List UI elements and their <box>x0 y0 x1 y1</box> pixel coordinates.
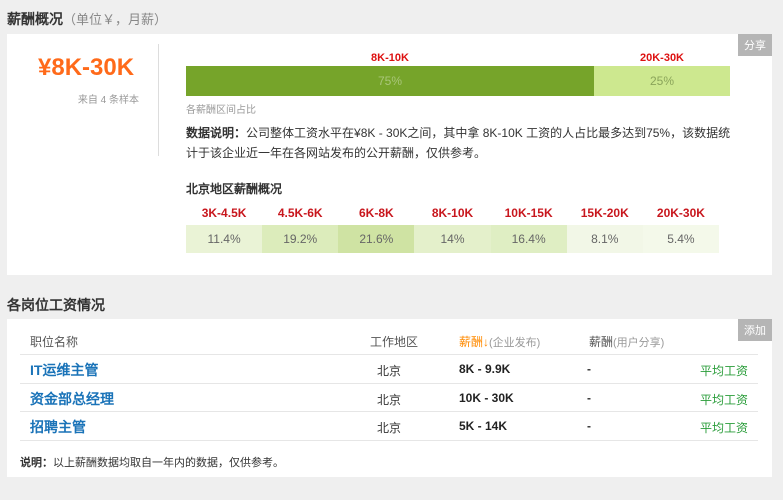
job-city: 北京 <box>377 364 402 378</box>
note-text: 以上薪酬数据均取自一年内的数据，仅供参考。 <box>53 457 284 469</box>
range-label: 20K-30K <box>639 52 685 64</box>
job-title-link[interactable]: 招聘主管 <box>30 417 86 437</box>
job-user-salary: - <box>587 362 591 376</box>
job-title-link[interactable]: IT运维主管 <box>30 360 98 380</box>
salary-sort-label[interactable]: 薪酬↓ <box>459 335 489 349</box>
section-title-text: 薪酬概况 <box>7 11 63 27</box>
bar-caption: 各薪酬区间占比 <box>186 105 256 116</box>
job-city: 北京 <box>377 421 402 435</box>
region-range-header: 10K-15K <box>504 206 553 220</box>
region-range-header: 6K-8K <box>359 206 394 220</box>
sample-count: 来自 4 条样本 <box>77 95 139 106</box>
average-salary-link[interactable]: 平均工资 <box>700 391 748 408</box>
desc-label: 数据说明： <box>186 126 247 140</box>
average-salary-link[interactable]: 平均工资 <box>700 419 748 436</box>
table-row: 资金部总经理 北京 10K - 30K - 平均工资 <box>20 384 758 412</box>
region-range-value: 14% <box>414 225 491 253</box>
table-row: IT运维主管 北京 8K - 9.9K - 平均工资 <box>20 355 758 383</box>
job-salary: 5K - 14K <box>459 419 508 433</box>
share-segment: 25% <box>594 66 730 96</box>
job-city: 北京 <box>377 393 402 407</box>
average-salary-link[interactable]: 平均工资 <box>700 362 748 379</box>
region-range-value: 8.1% <box>566 225 643 253</box>
divider <box>158 44 159 156</box>
header-position: 职位名称 <box>30 335 79 349</box>
region-range-value: 19.2% <box>262 225 339 253</box>
region-range-value: 16.4% <box>490 225 567 253</box>
header-user-salary: 薪酬(用户分享) <box>589 333 664 350</box>
region-range-header: 3K-4.5K <box>201 206 247 220</box>
desc-text: 公司整体工资水平在¥8K - 30K之间，其中拿 8K-10K 工资的人占比最多… <box>186 126 731 160</box>
salary-share-bar: 75% 25% <box>186 66 730 96</box>
add-button[interactable]: 添加 <box>738 319 772 341</box>
job-salary: 8K - 9.9K <box>459 362 511 376</box>
salary-range-headline: ¥8K-30K <box>38 54 135 81</box>
share-segment: 75% <box>186 66 594 96</box>
job-user-salary: - <box>587 391 591 405</box>
salary-overview-title: 薪酬概况（单位￥，月薪） <box>7 9 167 29</box>
region-range-value: 21.6% <box>338 225 415 253</box>
table-row: 招聘主管 北京 5K - 14K - 平均工资 <box>20 412 758 440</box>
jobs-section-title: 各岗位工资情况 <box>7 297 105 313</box>
job-title-link[interactable]: 资金部总经理 <box>30 389 114 409</box>
region-range-value: 11.4% <box>186 225 263 253</box>
salary-source-note: (企业发布) <box>489 337 541 349</box>
range-label: 8K-10K <box>371 52 409 64</box>
note-label: 说明： <box>20 457 53 469</box>
user-salary-label: 薪酬 <box>589 335 614 349</box>
region-range-header: 4.5K-6K <box>277 206 323 220</box>
share-button[interactable]: 分享 <box>738 34 772 56</box>
region-salary-table: 3K-4.5K 4.5K-6K 6K-8K 8K-10K 10K-15K 15K… <box>186 203 719 253</box>
footnote: 说明：以上薪酬数据均取自一年内的数据，仅供参考。 <box>20 454 284 470</box>
region-range-header: 15K-20K <box>580 206 629 220</box>
data-description: 数据说明：公司整体工资水平在¥8K - 30K之间，其中拿 8K-10K 工资的… <box>186 123 734 163</box>
section-title-unit: （单位￥，月薪） <box>63 12 168 27</box>
region-range-header: 8K-10K <box>431 206 474 220</box>
header-salary[interactable]: 薪酬↓(企业发布) <box>459 333 540 350</box>
job-salary: 10K - 30K <box>459 391 514 405</box>
user-salary-note: (用户分享) <box>613 337 665 349</box>
header-location: 工作地区 <box>370 335 419 349</box>
region-title: 北京地区薪酬概况 <box>186 182 283 196</box>
region-range-header: 20K-30K <box>656 206 705 220</box>
region-range-value: 5.4% <box>642 225 719 253</box>
row-divider <box>20 440 758 441</box>
job-user-salary: - <box>587 419 591 433</box>
